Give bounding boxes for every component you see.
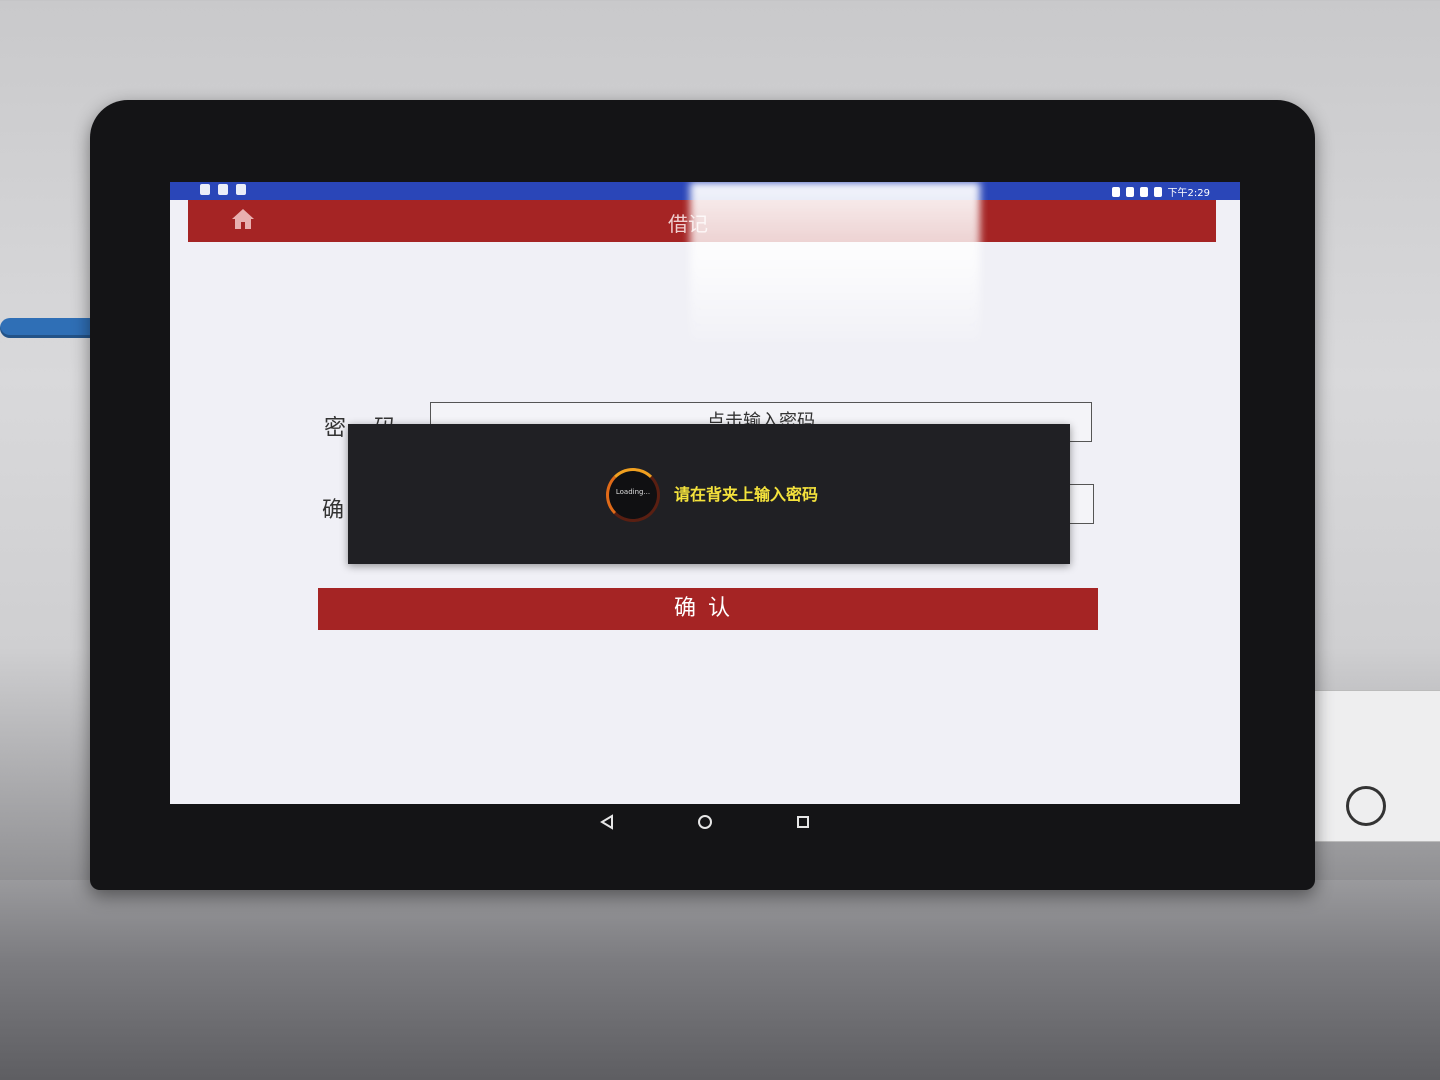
dialog-message: 请在背夹上输入密码: [674, 485, 819, 504]
paper-label: [1305, 690, 1440, 842]
spinner-text: Loading...: [615, 488, 651, 496]
tablet-screen: 下午2:29 借记 密 码 点击输入密码 确 确认 Loading... 请在背…: [170, 182, 1240, 804]
battery-icon: [1153, 186, 1162, 197]
home-nav-button[interactable]: [691, 808, 719, 836]
desk-surface: [0, 880, 1440, 1080]
loading-dialog: Loading... 请在背夹上输入密码: [348, 424, 1070, 564]
loading-spinner-icon: Loading...: [606, 468, 660, 522]
home-circle-icon: [698, 815, 712, 829]
nav-bar: [170, 804, 1240, 840]
status-icons-left: [200, 184, 246, 195]
back-icon: [600, 814, 613, 830]
app-bar: 借记: [188, 200, 1216, 242]
confirm-button[interactable]: 确认: [318, 588, 1098, 630]
lock-icon: [236, 184, 246, 195]
recents-icon: [797, 816, 809, 828]
back-button[interactable]: [593, 808, 621, 836]
page-title: 借记: [668, 212, 708, 236]
bluetooth-icon: [1111, 186, 1120, 197]
vibrate-icon: [1125, 186, 1134, 197]
status-time: 下午2:29: [1167, 188, 1210, 199]
notification-icon: [200, 184, 210, 195]
home-icon[interactable]: [230, 207, 256, 231]
certification-logo-icon: [1346, 786, 1386, 826]
wifi-icon: [1139, 186, 1148, 197]
confirm-password-label: 确: [322, 498, 345, 523]
status-icons-right: 下午2:29: [1111, 184, 1210, 199]
recents-button[interactable]: [789, 808, 817, 836]
image-icon: [218, 184, 228, 195]
status-bar: 下午2:29: [170, 182, 1240, 200]
